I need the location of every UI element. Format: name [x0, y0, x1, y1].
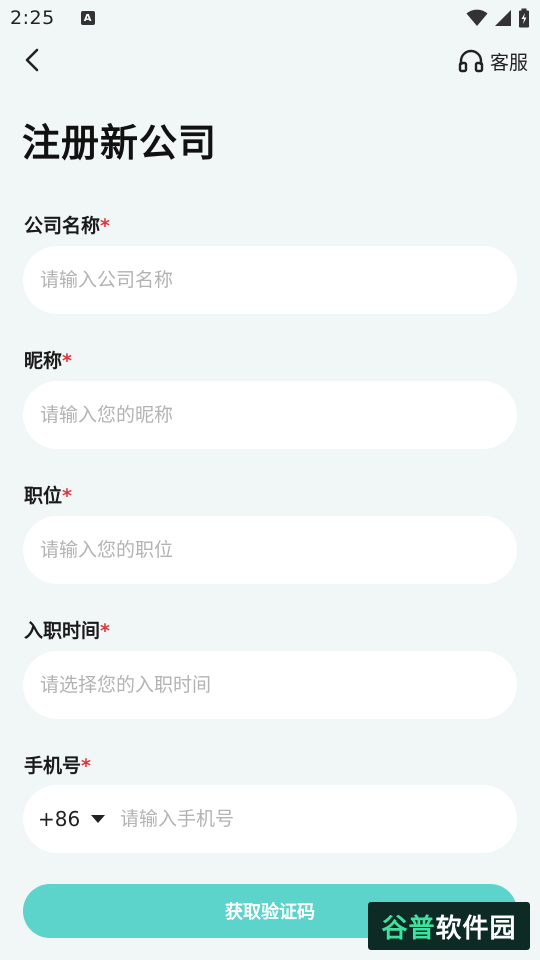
phone-input[interactable] [120, 785, 517, 853]
status-time: 2:25 [10, 7, 55, 29]
position-label-text: 职位 [24, 485, 63, 507]
nickname-label: 昵称* [24, 346, 72, 373]
phone-field: +86 [23, 785, 517, 853]
phone-label-text: 手机号 [24, 755, 82, 777]
required-mark: * [100, 215, 110, 237]
company-name-label: 公司名称* [24, 211, 110, 238]
register-company-screen: 2:25 A 客服 注册新公司 公司名称* 请输入公司名称 昵称* 请输入您的昵… [0, 0, 540, 960]
hire-date-picker[interactable] [23, 651, 517, 719]
country-code-selector[interactable]: +86 [23, 807, 120, 831]
hire-date-label-text: 入职时间 [24, 620, 101, 642]
phone-label: 手机号* [24, 751, 91, 778]
wifi-icon [466, 9, 488, 26]
caret-down-icon [91, 815, 106, 823]
chevron-left-icon [25, 48, 39, 72]
headset-icon [458, 49, 484, 73]
hire-date-label: 入职时间* [24, 616, 110, 643]
back-button[interactable] [18, 46, 46, 74]
watermark-part1: 谷普 [381, 913, 436, 944]
customer-service-label: 客服 [489, 51, 528, 74]
customer-service-button[interactable]: 客服 [458, 46, 528, 76]
country-code-value: +86 [38, 807, 81, 831]
required-mark: * [62, 485, 72, 507]
nickname-input[interactable] [23, 381, 517, 449]
required-mark: * [100, 620, 110, 642]
status-icons [466, 8, 530, 28]
company-name-input[interactable] [23, 246, 517, 314]
watermark-part2: 软件园 [435, 913, 517, 944]
page-title: 注册新公司 [22, 121, 218, 165]
nickname-label-text: 昵称 [24, 350, 63, 372]
watermark-logo: 谷普 软件园 [368, 902, 530, 950]
position-input[interactable] [23, 516, 517, 584]
required-mark: * [81, 755, 91, 777]
battery-charging-icon [519, 8, 529, 28]
required-mark: * [62, 350, 72, 372]
signal-icon [495, 10, 511, 26]
status-bar: 2:25 A [0, 0, 540, 36]
notification-a-icon: A [80, 11, 95, 25]
company-name-label-text: 公司名称 [24, 215, 101, 237]
position-label: 职位* [24, 481, 72, 508]
